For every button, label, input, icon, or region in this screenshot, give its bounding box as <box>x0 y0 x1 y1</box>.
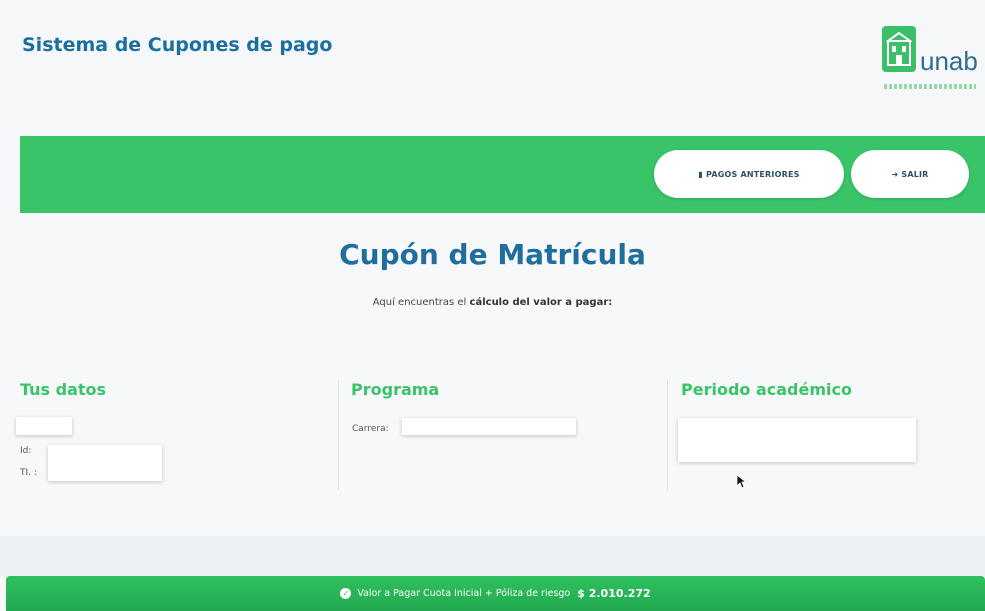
subtitle-prefix: Aquí encuentras el <box>372 297 467 308</box>
unab-logo: unab <box>882 26 982 98</box>
header: Sistema de Cupones de pago unab <box>0 0 985 130</box>
id-label: Id: <box>20 446 32 456</box>
tus-datos-section: Tus datos Id: TI. : <box>16 380 330 490</box>
footer-band <box>0 536 985 576</box>
building-icon <box>882 26 916 72</box>
id-value-redacted <box>48 445 162 481</box>
logout-icon: ➜ <box>891 169 899 179</box>
payment-summary-bar: ✓ Valor a Pagar Cuota Inicial + Póliza d… <box>6 576 985 611</box>
programa-section: Programa Carrera: <box>338 380 671 490</box>
check-circle-icon: ✓ <box>340 588 352 599</box>
carrera-value-redacted <box>402 418 576 435</box>
payment-label: Valor a Pagar Cuota Inicial + Póliza de … <box>357 588 571 599</box>
document-icon: ▮ <box>698 169 704 179</box>
page: Sistema de Cupones de pago unab ▮ PAGOS … <box>0 0 985 611</box>
salir-label: SALIR <box>901 169 929 179</box>
tus-datos-heading: Tus datos <box>20 380 107 399</box>
periodo-value-redacted <box>678 418 916 462</box>
ti-label: TI. : <box>20 468 37 478</box>
app-title: Sistema de Cupones de pago <box>22 34 333 56</box>
page-subtitle: Aquí encuentras el cálculo del valor a p… <box>0 297 985 308</box>
subtitle-bold: cálculo del valor a pagar: <box>469 297 613 308</box>
salir-button[interactable]: ➜ SALIR <box>851 150 969 198</box>
mouse-cursor-icon <box>736 474 748 493</box>
name-redacted <box>16 417 72 435</box>
page-title: Cupón de Matrícula <box>339 238 646 271</box>
programa-heading: Programa <box>351 380 440 399</box>
pagos-anteriores-label: PAGOS ANTERIORES <box>706 169 800 179</box>
payment-amount: $ 2.010.272 <box>577 587 651 600</box>
logo-text: unab <box>920 46 978 76</box>
periodo-heading: Periodo académico <box>681 380 852 399</box>
logo-tagline <box>884 84 976 89</box>
carrera-label: Carrera: <box>352 424 389 434</box>
pagos-anteriores-button[interactable]: ▮ PAGOS ANTERIORES <box>654 150 844 198</box>
periodo-section: Periodo académico <box>667 380 981 490</box>
navbar: ▮ PAGOS ANTERIORES ➜ SALIR <box>20 136 985 213</box>
